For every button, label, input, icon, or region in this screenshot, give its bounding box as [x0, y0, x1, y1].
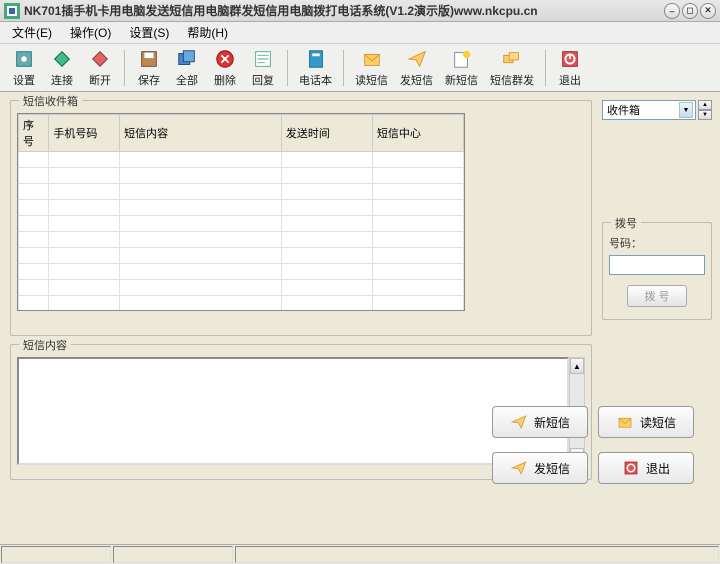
toolbar-new-sms[interactable]: 新短信 — [440, 45, 483, 91]
gear-icon — [13, 48, 35, 70]
exit-icon — [559, 48, 581, 70]
col-time[interactable]: 发送时间 — [281, 115, 372, 152]
toolbar-group-send[interactable]: 短信群发 — [485, 45, 539, 91]
delete-icon — [214, 48, 236, 70]
spin-up-button[interactable]: ▲ — [698, 100, 712, 110]
new-sms-button[interactable]: 新短信 — [492, 406, 588, 438]
inbox-group-title: 短信收件箱 — [19, 93, 82, 109]
menu-file[interactable]: 文件(E) — [4, 22, 60, 43]
spin-down-button[interactable]: ▼ — [698, 110, 712, 120]
toolbar-all[interactable]: 全部 — [169, 45, 205, 91]
toolbar-read-sms[interactable]: 读短信 — [350, 45, 393, 91]
menu-settings[interactable]: 设置(S) — [121, 22, 177, 43]
read-sms-icon — [616, 413, 634, 431]
toolbar-reply[interactable]: 回复 — [245, 45, 281, 91]
toolbar-separator — [343, 50, 344, 86]
inbox-group: 短信收件箱 序号 手机号码 短信内容 发送时间 短信中心 — [10, 100, 592, 336]
window-title: NK701插手机卡用电脑发送短信用电脑群发短信用电脑拨打电话系统(V1.2演示版… — [24, 2, 664, 19]
disconnect-icon — [89, 48, 111, 70]
exit-icon — [622, 459, 640, 477]
save-icon — [138, 48, 160, 70]
inbox-table[interactable]: 序号 手机号码 短信内容 发送时间 短信中心 — [17, 113, 465, 311]
send-sms-button[interactable]: 发短信 — [492, 452, 588, 484]
minimize-button[interactable]: – — [664, 3, 680, 19]
dial-number-input[interactable] — [609, 255, 705, 275]
table-row[interactable] — [19, 296, 464, 312]
menu-operate[interactable]: 操作(O) — [62, 22, 119, 43]
col-center[interactable]: 短信中心 — [372, 115, 463, 152]
toolbar-setup[interactable]: 设置 — [6, 45, 42, 91]
exit-button[interactable]: 退出 — [598, 452, 694, 484]
toolbar-separator — [545, 50, 546, 86]
title-bar: NK701插手机卡用电脑发送短信用电脑群发短信用电脑拨打电话系统(V1.2演示版… — [0, 0, 720, 22]
toolbar-save[interactable]: 保存 — [131, 45, 167, 91]
chevron-down-icon[interactable]: ▼ — [679, 102, 693, 118]
dial-group-title: 拨号 — [611, 215, 641, 231]
read-sms-icon — [361, 48, 383, 70]
dial-button[interactable]: 拨 号 — [627, 285, 686, 307]
status-cell — [235, 546, 719, 563]
menu-help[interactable]: 帮助(H) — [179, 22, 236, 43]
sms-content-textarea[interactable] — [17, 357, 569, 465]
table-row[interactable] — [19, 152, 464, 168]
phonebook-icon — [305, 48, 327, 70]
table-row[interactable] — [19, 280, 464, 296]
table-row[interactable] — [19, 216, 464, 232]
reply-icon — [252, 48, 274, 70]
toolbar-disconnect[interactable]: 断开 — [82, 45, 118, 91]
toolbar: 设置 连接 断开 保存 全部 删除 回复 电话本 读短信 发短信 新短信 短信群… — [0, 44, 720, 92]
send-sms-icon — [406, 48, 428, 70]
table-row[interactable] — [19, 200, 464, 216]
all-icon — [176, 48, 198, 70]
app-icon — [4, 3, 20, 19]
group-send-icon — [501, 48, 523, 70]
status-cell — [113, 546, 233, 563]
toolbar-send-sms[interactable]: 发短信 — [395, 45, 438, 91]
toolbar-phonebook[interactable]: 电话本 — [294, 45, 337, 91]
toolbar-exit[interactable]: 退出 — [552, 45, 588, 91]
col-phone[interactable]: 手机号码 — [49, 115, 120, 152]
menu-bar: 文件(E) 操作(O) 设置(S) 帮助(H) — [0, 22, 720, 44]
new-sms-icon — [451, 48, 473, 70]
table-row[interactable] — [19, 232, 464, 248]
dial-number-label: 号码： — [609, 235, 705, 251]
sms-content-group-title: 短信内容 — [19, 337, 71, 353]
status-bar — [0, 544, 720, 564]
toolbar-delete[interactable]: 删除 — [207, 45, 243, 91]
table-row[interactable] — [19, 184, 464, 200]
folder-combo-text: 收件箱 — [605, 102, 679, 118]
maximize-button[interactable]: ◻ — [682, 3, 698, 19]
folder-combo[interactable]: 收件箱 ▼ — [602, 100, 696, 120]
toolbar-separator — [124, 50, 125, 86]
dial-group: 拨号 号码： 拨 号 — [602, 222, 712, 320]
status-cell — [1, 546, 111, 563]
table-row[interactable] — [19, 168, 464, 184]
col-content[interactable]: 短信内容 — [120, 115, 282, 152]
connect-icon — [51, 48, 73, 70]
toolbar-connect[interactable]: 连接 — [44, 45, 80, 91]
new-sms-icon — [510, 413, 528, 431]
toolbar-separator — [287, 50, 288, 86]
table-row[interactable] — [19, 248, 464, 264]
send-sms-icon — [510, 459, 528, 477]
read-sms-button[interactable]: 读短信 — [598, 406, 694, 438]
col-index[interactable]: 序号 — [19, 115, 49, 152]
table-row[interactable] — [19, 264, 464, 280]
scroll-up-button[interactable]: ▲ — [570, 358, 584, 374]
close-button[interactable]: ✕ — [700, 3, 716, 19]
